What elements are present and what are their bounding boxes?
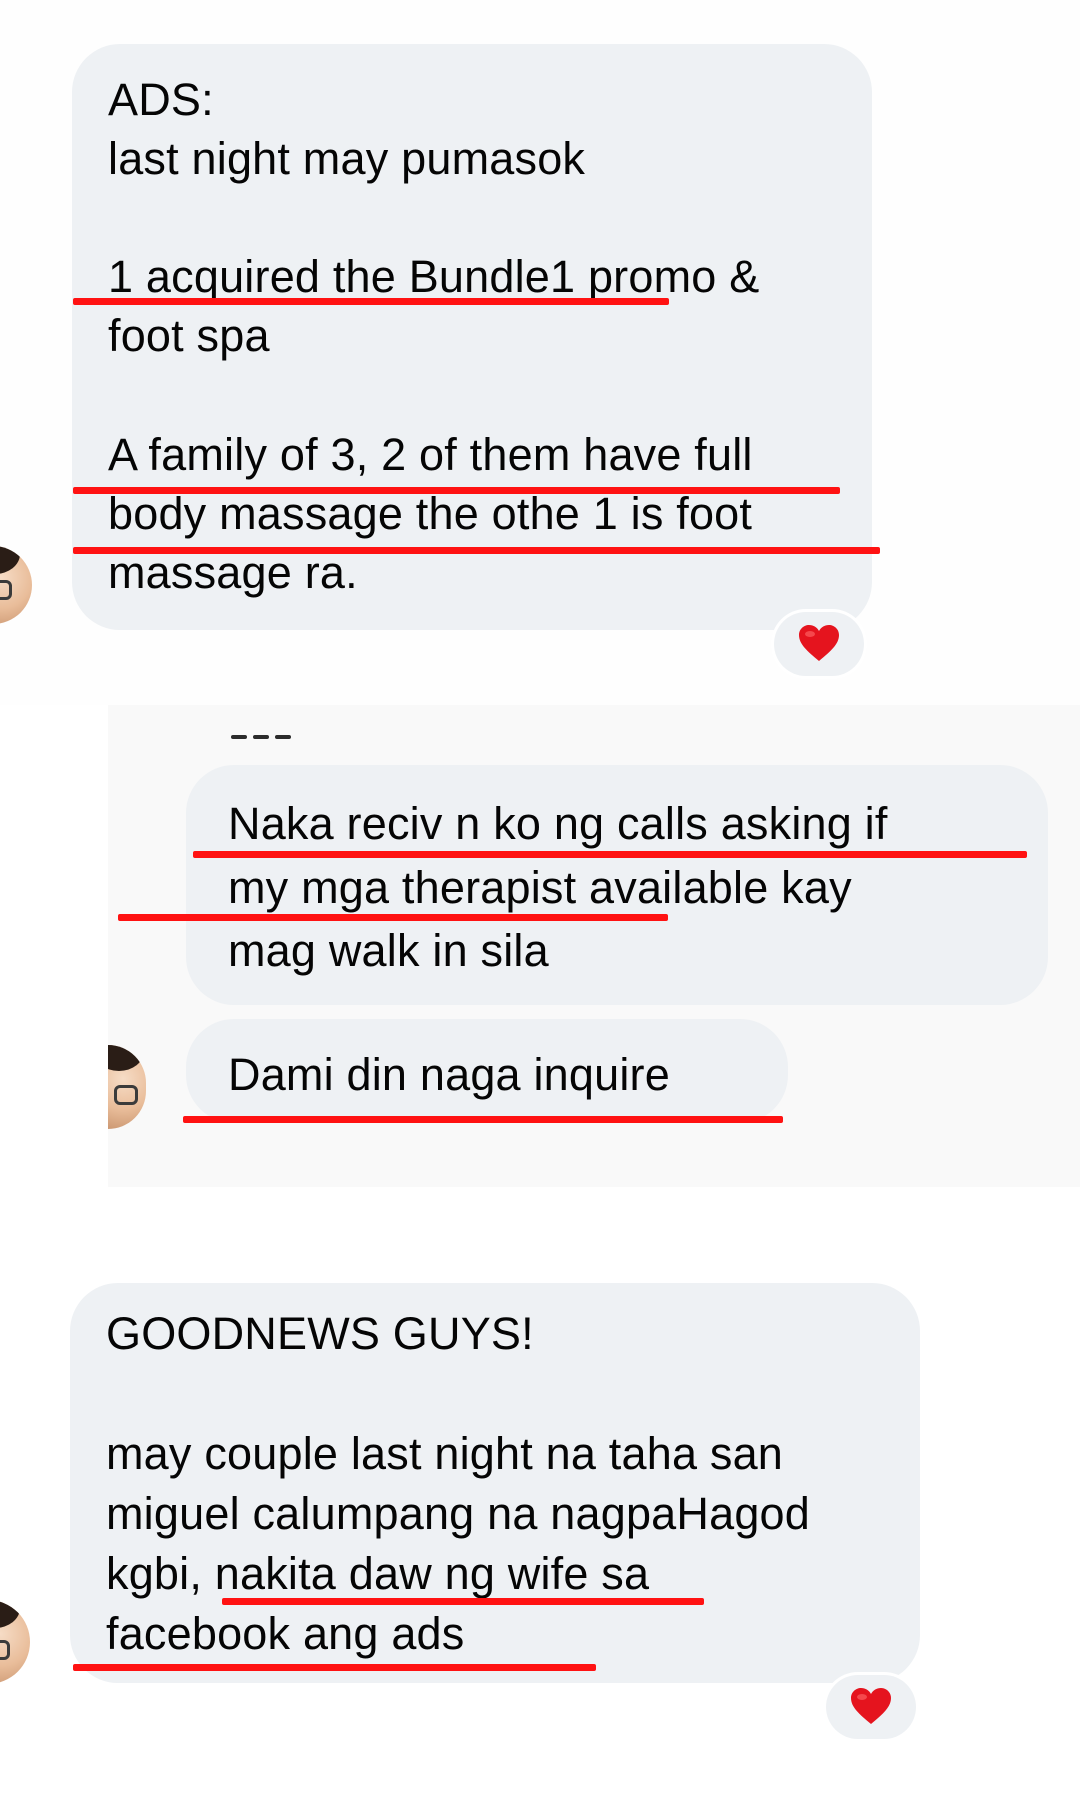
highlight-underline [183,1116,783,1123]
reaction-badge[interactable] [774,612,864,676]
message-line: kgbi, nakita daw ng wife sa [106,1548,650,1599]
message-line: mag walk in sila [228,925,549,976]
highlight-underline [73,1664,596,1671]
message-line: foot spa [108,310,270,361]
message-line: last night may pumasok [108,133,586,184]
message-line: GOODNEWS GUYS! [106,1308,534,1359]
message-line: miguel calumpang na nagpaHagod [106,1488,811,1539]
message-line: facebook ang ads [106,1608,465,1659]
highlight-underline [222,1598,704,1605]
typing-indicator [231,735,293,743]
message-line: A family of 3, 2 of them have full [108,429,753,480]
highlight-underline [118,914,668,921]
highlight-underline [73,298,669,305]
message-text-inquire: Dami din naga inquire [228,1049,670,1100]
heart-icon [799,625,839,661]
reaction-badge[interactable] [826,1675,916,1739]
highlight-underline [73,547,880,554]
message-line: Naka reciv n ko ng calls asking if [228,798,888,849]
message-line: may couple last night na taha san [106,1428,784,1479]
highlight-underline [73,487,840,494]
message-line: ADS: [108,74,214,125]
highlight-underline [193,851,1027,858]
message-line: my mga therapist available kay [228,862,852,913]
heart-icon [851,1688,891,1724]
